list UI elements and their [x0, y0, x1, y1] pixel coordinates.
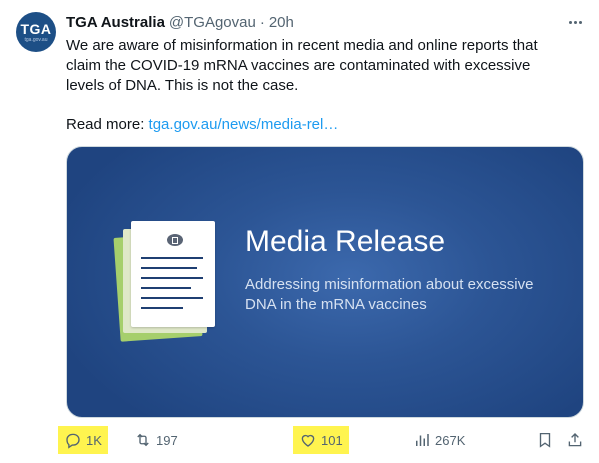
document-text-line	[141, 307, 183, 309]
separator-dot: ·	[259, 13, 265, 31]
timestamp[interactable]: 20h	[269, 14, 294, 31]
read-more-label: Read more:	[66, 116, 149, 133]
document-text-line	[141, 277, 203, 279]
document-text-line	[141, 267, 197, 269]
tweet-body: We are aware of misinformation in recent…	[66, 37, 538, 94]
like-button[interactable]: 101	[293, 426, 349, 454]
display-name[interactable]: TGA Australia	[66, 14, 165, 31]
views-chart-icon	[416, 434, 429, 446]
retweet-count: 197	[156, 432, 178, 448]
like-count: 101	[321, 432, 343, 448]
retweet-button[interactable]: 197	[134, 426, 178, 454]
action-bar: 1K 197 101 267K	[58, 426, 588, 454]
coat-of-arms-icon	[167, 234, 183, 246]
document-text-line	[141, 257, 203, 259]
document-text-line	[141, 287, 191, 289]
document-front-sheet	[131, 221, 215, 327]
bookmark-button[interactable]	[536, 426, 554, 454]
avatar[interactable]: TGA tga.gov.au	[16, 12, 56, 52]
tweet-header: TGA Australia @TGAgovau · 20h	[66, 12, 294, 32]
media-card[interactable]: Media Release Addressing misinformation …	[66, 146, 584, 418]
more-options-icon[interactable]	[565, 12, 585, 32]
read-more-line: Read more: tga.gov.au/news/media-rel…	[66, 115, 338, 135]
avatar-logo-text: TGA	[20, 20, 52, 37]
share-button[interactable]	[566, 426, 584, 454]
media-release-link[interactable]: tga.gov.au/news/media-rel…	[149, 116, 339, 133]
handle[interactable]: @TGAgovau	[169, 14, 256, 31]
reply-count: 1K	[86, 432, 102, 448]
reply-icon	[66, 433, 80, 449]
reply-button[interactable]: 1K	[58, 426, 108, 454]
document-stack-icon	[113, 221, 227, 342]
share-icon	[568, 433, 582, 447]
document-text-line	[141, 297, 203, 299]
bookmark-icon	[539, 432, 551, 448]
retweet-icon	[137, 433, 149, 447]
media-subtitle: Addressing misinformation about excessiv…	[245, 276, 534, 313]
view-count: 267K	[435, 432, 466, 448]
tweet-text: We are aware of misinformation in recent…	[66, 36, 566, 96]
avatar-logo-subtext: tga.gov.au	[24, 36, 48, 43]
tweet-card[interactable]: TGA tga.gov.au TGA Australia @TGAgovau ·…	[0, 0, 599, 463]
media-title: Media Release	[245, 225, 446, 258]
heart-icon	[301, 434, 315, 447]
views-button[interactable]: 267K	[413, 426, 465, 454]
